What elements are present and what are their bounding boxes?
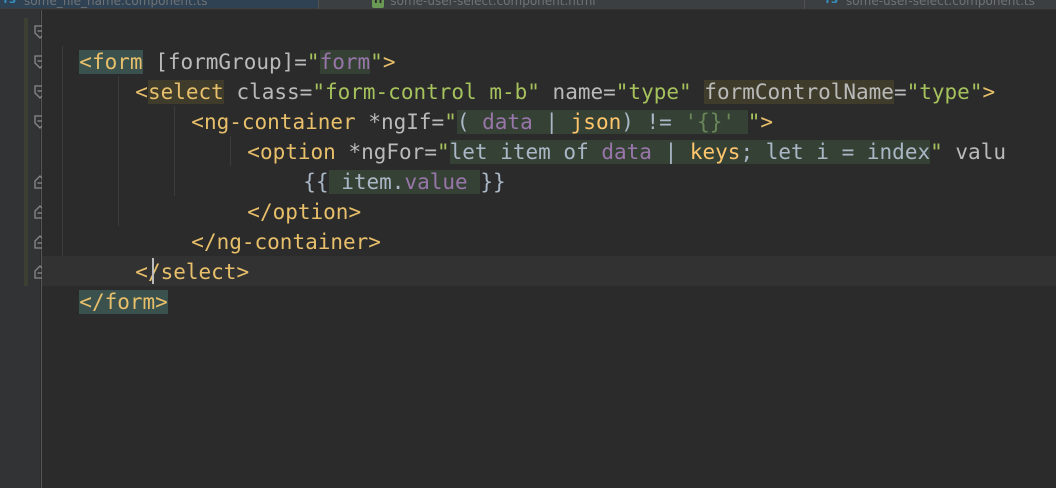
editor-tab-strip: TS some_file_name.component.ts H some-us…: [0, 0, 1056, 10]
tab-component-html[interactable]: H some-user-select.component.html: [372, 0, 802, 8]
typescript-file-icon: TS: [2, 0, 17, 6]
tab-label: some-user-select.component.ts: [846, 0, 1035, 8]
code-line-6[interactable]: </option>: [222, 167, 361, 224]
typescript-file-icon: TS: [824, 0, 839, 6]
code-line-8[interactable]: </select>: [110, 227, 249, 284]
code-line-3[interactable]: <ng-container *ngIf="( data | json) != '…: [166, 77, 773, 134]
code-line-5[interactable]: {{ item.value }}: [278, 137, 506, 194]
token-closing-tag: </form>: [79, 290, 168, 314]
code-line-2[interactable]: <select class="form-control m-b" name="t…: [110, 47, 995, 104]
tab-label: some-user-select.component.html: [390, 0, 596, 8]
tab-component-ts[interactable]: TS some_file_name.component.ts: [0, 0, 318, 8]
token-open-bracket: <: [79, 50, 92, 74]
tab-select-component-ts[interactable]: TS some-user-select.component.ts: [822, 0, 1056, 8]
code-line-7[interactable]: </ng-container>: [166, 197, 381, 254]
change-marker: [24, 18, 28, 286]
code-line-4[interactable]: <option *ngFor="let item of data | keys;…: [222, 107, 1006, 164]
code-line-1[interactable]: <form [formGroup]="form">: [54, 17, 395, 74]
code-line-9[interactable]: </form>: [54, 257, 168, 314]
indent-guide: [62, 46, 63, 256]
text-cursor: [152, 258, 154, 284]
tab-label: some_file_name.component.ts: [24, 0, 208, 8]
html-file-icon: H: [372, 0, 385, 8]
editor-gutter[interactable]: [0, 10, 40, 488]
